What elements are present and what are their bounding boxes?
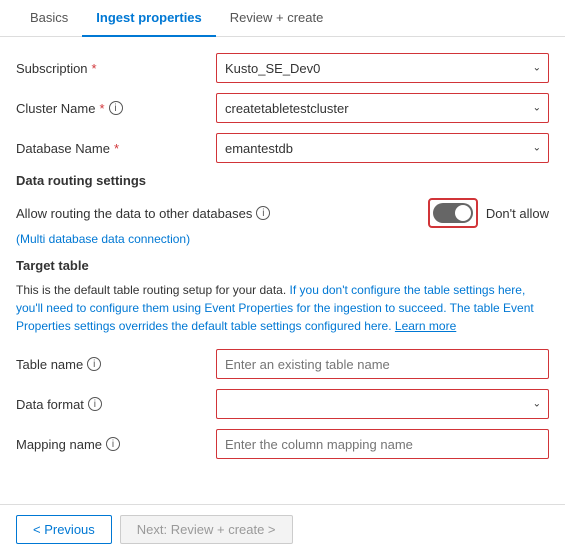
- mapping-name-label: Mapping name i: [16, 437, 216, 452]
- mapping-name-row: Mapping name i: [16, 429, 549, 459]
- toggle-knob: [455, 205, 471, 221]
- description-text: This is the default table routing setup …: [16, 281, 549, 335]
- subscription-select-wrapper: Kusto_SE_Dev0 ⌄: [216, 53, 549, 83]
- cluster-select[interactable]: createtabletestcluster: [216, 93, 549, 123]
- target-table-title: Target table: [16, 258, 549, 273]
- subscription-select[interactable]: Kusto_SE_Dev0: [216, 53, 549, 83]
- data-format-select[interactable]: [216, 389, 549, 419]
- database-select-wrapper: emantestdb ⌄: [216, 133, 549, 163]
- table-name-label: Table name i: [16, 357, 216, 372]
- table-name-row: Table name i: [16, 349, 549, 379]
- toggle-wrapper: [428, 198, 478, 228]
- cluster-select-wrapper: createtabletestcluster ⌄: [216, 93, 549, 123]
- data-format-row: Data format i ⌄: [16, 389, 549, 419]
- tabs-container: Basics Ingest properties Review + create: [0, 0, 565, 37]
- data-format-label: Data format i: [16, 397, 216, 412]
- table-name-input[interactable]: [216, 349, 549, 379]
- database-required: *: [114, 141, 119, 156]
- cluster-required: *: [99, 101, 104, 116]
- tab-ingest-properties[interactable]: Ingest properties: [82, 0, 215, 37]
- data-format-select-wrapper: ⌄: [216, 389, 549, 419]
- database-label: Database Name *: [16, 141, 216, 156]
- routing-info-icon[interactable]: i: [256, 206, 270, 220]
- dont-allow-label: Don't allow: [486, 206, 549, 221]
- routing-row: Allow routing the data to other database…: [16, 198, 549, 228]
- routing-toggle[interactable]: [433, 203, 473, 223]
- description-plain: This is the default table routing setup …: [16, 283, 286, 297]
- tab-basics[interactable]: Basics: [16, 0, 82, 37]
- routing-right: Don't allow: [428, 198, 549, 228]
- data-format-info-icon[interactable]: i: [88, 397, 102, 411]
- cluster-label: Cluster Name * i: [16, 101, 216, 116]
- footer: < Previous Next: Review + create >: [0, 504, 565, 554]
- data-routing-title: Data routing settings: [16, 173, 549, 188]
- routing-label: Allow routing the data to other database…: [16, 206, 428, 221]
- cluster-row: Cluster Name * i createtabletestcluster …: [16, 93, 549, 123]
- multi-db-note: (Multi database data connection): [16, 232, 549, 246]
- main-content: Subscription * Kusto_SE_Dev0 ⌄ Cluster N…: [0, 53, 565, 485]
- mapping-name-input[interactable]: [216, 429, 549, 459]
- page-wrapper: Basics Ingest properties Review + create…: [0, 0, 565, 554]
- tab-review-create[interactable]: Review + create: [216, 0, 338, 37]
- database-row: Database Name * emantestdb ⌄: [16, 133, 549, 163]
- learn-more-link[interactable]: Learn more: [395, 319, 456, 333]
- mapping-name-info-icon[interactable]: i: [106, 437, 120, 451]
- subscription-row: Subscription * Kusto_SE_Dev0 ⌄: [16, 53, 549, 83]
- subscription-label: Subscription *: [16, 61, 216, 76]
- next-button[interactable]: Next: Review + create >: [120, 515, 293, 544]
- database-select[interactable]: emantestdb: [216, 133, 549, 163]
- table-name-info-icon[interactable]: i: [87, 357, 101, 371]
- subscription-required: *: [92, 61, 97, 76]
- previous-button[interactable]: < Previous: [16, 515, 112, 544]
- cluster-info-icon[interactable]: i: [109, 101, 123, 115]
